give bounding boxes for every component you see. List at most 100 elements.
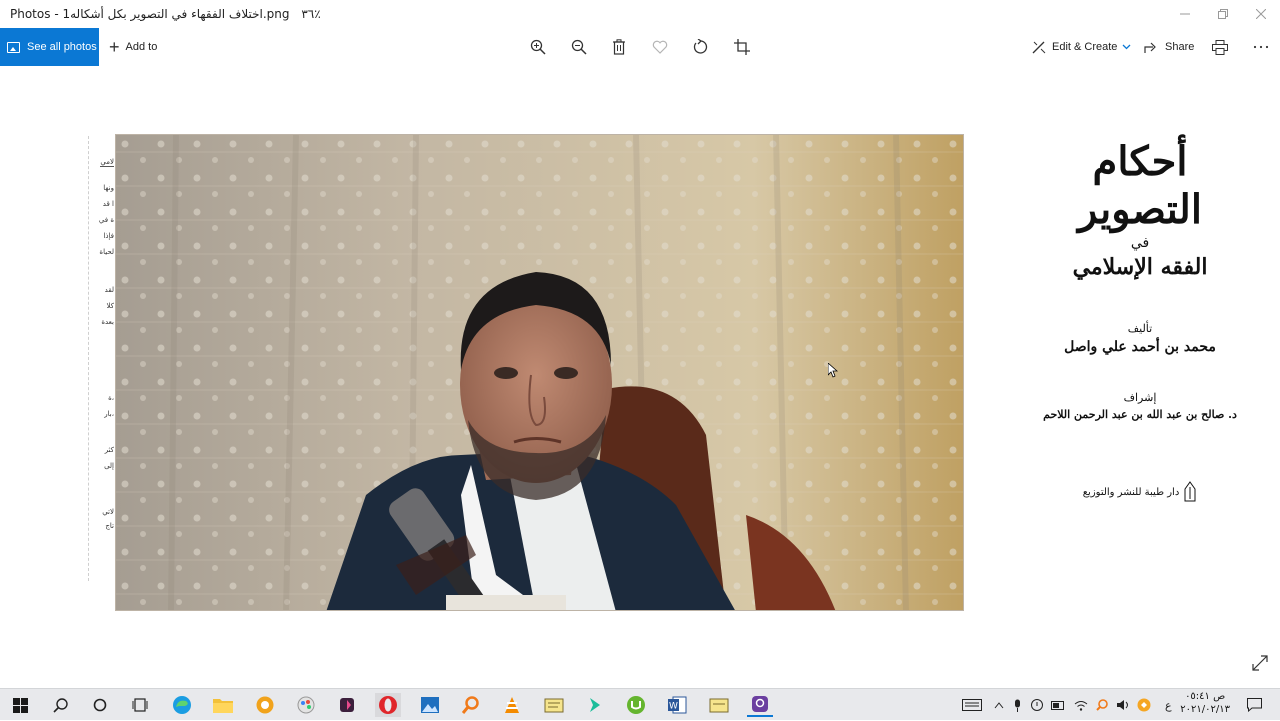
author-name: محمد بن أحمد علي واصل — [1030, 339, 1250, 355]
publisher-name: دار طيبة للنشر والتوزيع — [1083, 487, 1180, 498]
text-fragment: فإذا — [103, 232, 114, 240]
chevron-down-icon — [1122, 44, 1131, 50]
notifications-button[interactable] — [1241, 693, 1267, 717]
file-explorer-app[interactable] — [210, 693, 236, 717]
task-view-icon — [132, 698, 148, 712]
app-paint[interactable] — [293, 693, 319, 717]
app-dark[interactable] — [334, 693, 360, 717]
cover-title: أحكام التصوير — [1030, 138, 1250, 234]
text-fragment: ونها — [103, 184, 114, 192]
close-icon — [1256, 9, 1266, 19]
zoom-in-icon — [530, 39, 546, 55]
utorrent-app[interactable] — [623, 693, 649, 717]
crop-icon — [734, 39, 750, 55]
edit-create-button[interactable]: Edit & Create — [1032, 28, 1131, 66]
chevron-up-icon — [994, 702, 1004, 709]
language-indicator[interactable]: ع — [1165, 699, 1172, 712]
supervisor-name: د. صالح بن عبد الله بن عبد الرحمن اللاحم — [1030, 408, 1250, 421]
see-all-photos-button[interactable]: See all photos — [0, 28, 99, 66]
crop-button[interactable] — [731, 36, 753, 58]
wifi-icon — [1074, 700, 1088, 711]
folder-icon — [213, 697, 233, 713]
app-name: Photos — [10, 7, 50, 21]
app-orange-icon — [256, 696, 274, 714]
mouse-cursor-icon — [828, 363, 838, 378]
more-options-button[interactable] — [1250, 36, 1272, 58]
text-fragment: ا قد — [103, 200, 114, 208]
search-icon — [53, 698, 68, 713]
notification-icon — [1247, 698, 1262, 712]
app-notes-2[interactable] — [706, 693, 732, 717]
opera-app[interactable] — [375, 693, 401, 717]
more-icon — [1253, 45, 1269, 49]
add-to-button[interactable]: + Add to — [109, 28, 157, 66]
heart-icon — [652, 40, 668, 54]
maximize-button[interactable] — [1204, 0, 1242, 28]
zoom-out-icon — [571, 39, 587, 55]
network-warning-icon — [1031, 699, 1043, 711]
share-label: Share — [1165, 41, 1194, 53]
cortana-button[interactable] — [87, 693, 113, 717]
app-orange-circle[interactable] — [252, 693, 278, 717]
clock[interactable]: ص ٠٥:٤١ ٢٠٢١/٠٢/١٣ — [1180, 690, 1230, 716]
photos-app-icon — [420, 696, 440, 714]
start-button[interactable] — [7, 693, 33, 717]
pdf-app[interactable] — [747, 693, 773, 717]
keyboard-icon — [962, 699, 982, 711]
text-fragment: لقد — [105, 286, 114, 294]
search-button[interactable] — [47, 693, 73, 717]
text-fragment: لحياة — [99, 248, 114, 256]
battery-icon — [1051, 701, 1065, 710]
print-button[interactable] — [1209, 36, 1231, 58]
cover-fi: في — [1030, 234, 1250, 252]
word-app[interactable]: W — [664, 693, 690, 717]
app-green-arrow[interactable] — [582, 693, 608, 717]
publisher-logo-icon — [1183, 481, 1197, 503]
text-fragment: بار، — [104, 410, 114, 418]
notes-icon — [544, 696, 564, 714]
cortana-icon — [93, 698, 107, 712]
file-name: اختلاف الفقهاء في التصوير بكل أشكاله1.pn… — [62, 7, 289, 21]
vlc-app[interactable] — [499, 693, 525, 717]
vlc-icon — [503, 696, 521, 714]
svg-text:W: W — [669, 702, 678, 712]
left-page-edge: لامي ونها ا قد ة في فإذا لحياة لقد كلا ب… — [88, 136, 115, 581]
text-fragment: تاج — [105, 522, 114, 530]
share-icon — [1144, 40, 1158, 54]
paint-icon — [297, 696, 315, 714]
toolbar: See all photos + Add to Edit & Create Sh… — [0, 28, 1280, 66]
photos-icon — [7, 42, 20, 53]
fullscreen-button[interactable] — [1252, 655, 1268, 676]
delete-button[interactable] — [608, 36, 630, 58]
volume-icon — [1116, 699, 1130, 711]
zoom-level: ٣٦٪ — [301, 7, 320, 21]
share-button[interactable]: Share — [1144, 28, 1194, 66]
zoom-in-button[interactable] — [527, 36, 549, 58]
text-fragment: إلى — [104, 462, 114, 470]
search-app[interactable] — [458, 693, 484, 717]
author-label: تأليف — [1030, 322, 1250, 335]
green-arrow-icon — [586, 696, 604, 714]
clock-date: ٢٠٢١/٠٢/١٣ — [1180, 703, 1230, 716]
cover-subtitle: الفقه الإسلامي — [1030, 252, 1250, 282]
trash-icon — [612, 39, 626, 55]
favorite-button[interactable] — [649, 36, 671, 58]
close-button[interactable] — [1242, 0, 1280, 28]
taskbar: W ع ص ٠٥:٤١ ٢٠٢١/٠٢/١٣ — [0, 688, 1280, 720]
title-bar: Photos - اختلاف الفقهاء في التصوير بكل أ… — [0, 0, 1280, 28]
rotate-icon — [693, 39, 709, 55]
photos-app[interactable] — [417, 693, 443, 717]
zoom-out-button[interactable] — [568, 36, 590, 58]
minimize-button[interactable] — [1166, 0, 1204, 28]
text-fragment: لامي — [100, 158, 114, 167]
app-notes[interactable] — [541, 693, 567, 717]
restore-icon — [1218, 9, 1228, 19]
pdf-icon — [751, 695, 769, 713]
rotate-button[interactable] — [690, 36, 712, 58]
text-fragment: لاتي — [102, 508, 114, 516]
search-tray-icon — [1096, 699, 1108, 711]
text-fragment: كلا — [106, 302, 114, 310]
edge-app[interactable] — [169, 693, 195, 717]
task-view-button[interactable] — [127, 693, 153, 717]
supervision-label: إشراف — [1030, 391, 1250, 404]
